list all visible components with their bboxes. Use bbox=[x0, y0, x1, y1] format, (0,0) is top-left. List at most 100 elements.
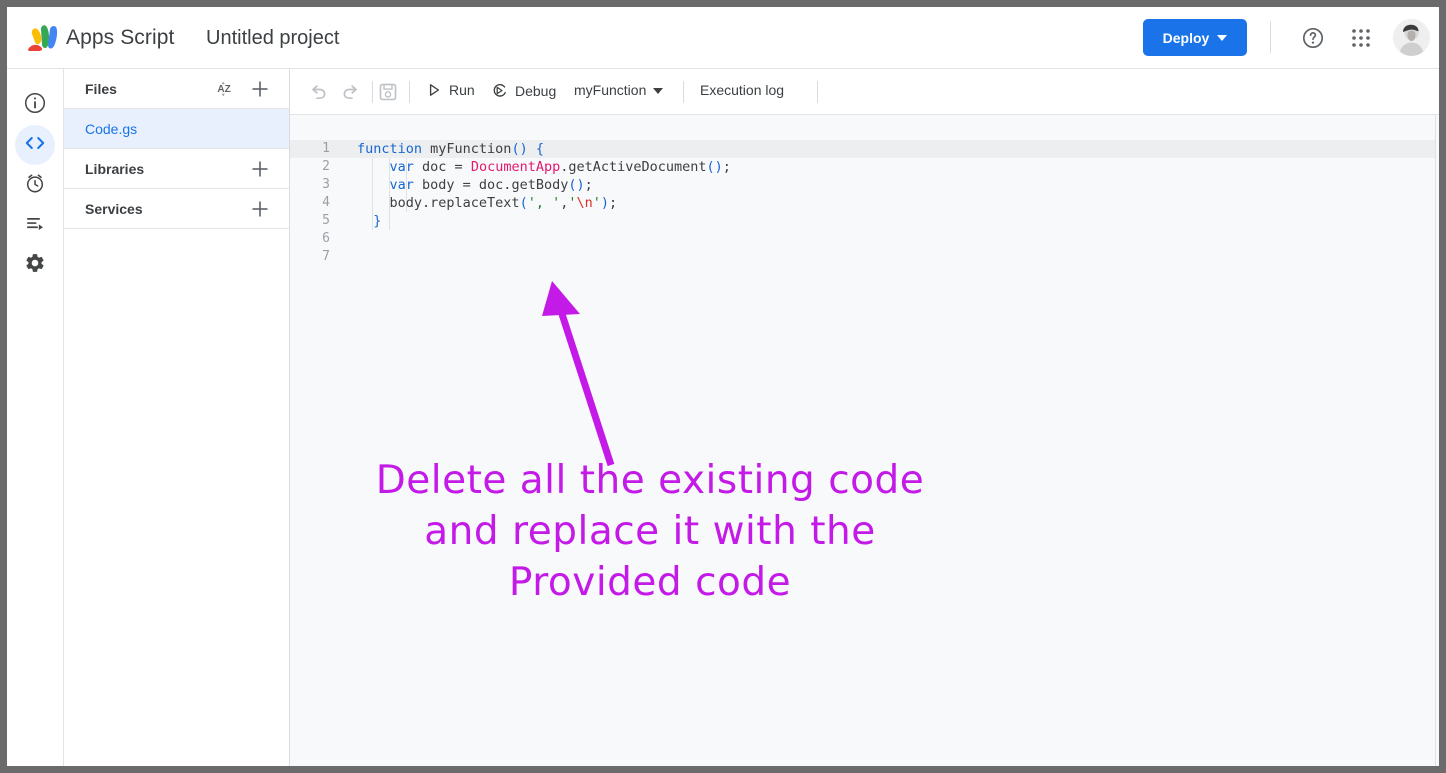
function-select[interactable]: myFunction bbox=[574, 82, 664, 98]
libraries-section-header[interactable]: Libraries bbox=[64, 149, 289, 189]
app-window: Apps Script Untitled project Deploy File… bbox=[7, 7, 1439, 766]
line-number: 2 bbox=[322, 159, 330, 174]
add-library-button[interactable] bbox=[248, 157, 272, 181]
code-token: ; bbox=[722, 159, 731, 175]
code-token: { bbox=[535, 141, 544, 157]
code-token: body.replaceText bbox=[357, 195, 520, 211]
code-brackets-icon bbox=[24, 132, 46, 159]
services-header-label: Services bbox=[85, 200, 143, 217]
debug-icon bbox=[491, 82, 508, 99]
file-item-code-gs[interactable]: Code.gs bbox=[64, 109, 289, 149]
code-line: } bbox=[357, 212, 381, 230]
gear-icon bbox=[24, 252, 46, 279]
debug-label: Debug bbox=[515, 82, 557, 99]
code-token: ( bbox=[519, 195, 528, 211]
execution-log-label: Execution log bbox=[700, 82, 785, 98]
chevron-down-icon bbox=[653, 88, 664, 94]
top-bar: Apps Script Untitled project Deploy bbox=[7, 7, 1439, 69]
run-button[interactable]: Run bbox=[426, 82, 475, 98]
sidebar-item-settings[interactable] bbox=[15, 245, 55, 285]
editor-ruler bbox=[1435, 115, 1436, 766]
left-icon-rail bbox=[7, 69, 64, 766]
code-token: ) bbox=[600, 195, 610, 211]
annotation-text: Delete all the existing code and replace… bbox=[320, 455, 980, 608]
project-title[interactable]: Untitled project bbox=[206, 27, 339, 50]
annotation-line-2: and replace it with the bbox=[424, 509, 876, 554]
code-token: ' bbox=[592, 195, 601, 211]
code-token: ; bbox=[584, 177, 593, 193]
info-circle-icon bbox=[24, 92, 46, 119]
deploy-button-label: Deploy bbox=[1162, 29, 1210, 46]
sort-az-icon[interactable]: A Z bbox=[214, 77, 238, 101]
code-token: function bbox=[357, 141, 423, 157]
code-line: body.replaceText(', ','\n'); bbox=[357, 194, 618, 212]
add-file-button[interactable] bbox=[248, 77, 272, 101]
annotation-arrow-icon bbox=[542, 281, 615, 467]
add-service-button[interactable] bbox=[248, 197, 272, 221]
line-number: 4 bbox=[322, 195, 330, 210]
files-section-header: Files A Z bbox=[64, 69, 289, 109]
annotation-line-3: Provided code bbox=[508, 560, 792, 605]
code-token: ; bbox=[609, 195, 618, 211]
code-line: function myFunction() { bbox=[357, 140, 544, 158]
code-token: () bbox=[706, 159, 723, 175]
sidebar-item-triggers[interactable] bbox=[15, 165, 55, 205]
files-header-label: Files bbox=[85, 80, 117, 97]
svg-text:Z: Z bbox=[225, 84, 231, 95]
sidebar-item-editor[interactable] bbox=[15, 125, 55, 165]
undo-button[interactable] bbox=[305, 79, 331, 105]
line-number: 5 bbox=[322, 213, 330, 228]
line-number: 3 bbox=[322, 177, 330, 192]
files-panel: Files A Z Code.gs Libraries Services bbox=[64, 69, 290, 766]
apps-script-logo-icon bbox=[25, 24, 59, 54]
svg-text:A: A bbox=[217, 84, 224, 95]
toolbar-divider-1 bbox=[372, 81, 373, 103]
function-select-value: myFunction bbox=[574, 82, 647, 98]
libraries-header-label: Libraries bbox=[85, 160, 145, 177]
code-token: myFunction bbox=[422, 141, 512, 157]
topbar-divider bbox=[1270, 21, 1271, 53]
apps-grid-icon[interactable] bbox=[1344, 21, 1378, 55]
editor-area: Run Debug myFunction Execution log 1 2 3… bbox=[290, 69, 1439, 766]
code-line: var doc = DocumentApp.getActiveDocument(… bbox=[357, 158, 731, 176]
code-token: var bbox=[389, 159, 414, 175]
code-token: ' bbox=[568, 195, 577, 211]
code-token: } bbox=[373, 213, 382, 229]
redo-button[interactable] bbox=[338, 79, 364, 105]
help-circle-icon[interactable] bbox=[1296, 21, 1330, 55]
toolbar-divider-4 bbox=[817, 81, 818, 103]
alarm-clock-icon bbox=[24, 172, 46, 199]
code-token: ', ' bbox=[527, 195, 561, 211]
sidebar-item-overview[interactable] bbox=[15, 85, 55, 125]
code-editor[interactable]: 1 2 3 4 5 6 7 function myFunction() { va… bbox=[290, 115, 1439, 766]
line-number: 1 bbox=[322, 141, 330, 156]
file-name-label: Code.gs bbox=[85, 120, 138, 137]
run-label: Run bbox=[449, 82, 475, 98]
avatar[interactable] bbox=[1393, 19, 1430, 56]
deploy-button[interactable]: Deploy bbox=[1143, 19, 1247, 56]
code-token: doc = bbox=[413, 159, 471, 175]
code-token: body = doc.getBody bbox=[413, 177, 569, 193]
executions-list-icon bbox=[24, 212, 46, 239]
annotation-line-1: Delete all the existing code bbox=[375, 458, 925, 503]
save-button[interactable] bbox=[375, 79, 401, 105]
line-number: 7 bbox=[322, 249, 330, 264]
toolbar-divider-2 bbox=[409, 81, 410, 103]
code-line: var body = doc.getBody(); bbox=[357, 176, 593, 194]
sidebar-item-executions[interactable] bbox=[15, 205, 55, 245]
code-token: () bbox=[511, 141, 528, 157]
play-triangle-icon bbox=[426, 82, 442, 98]
editor-toolbar: Run Debug myFunction Execution log bbox=[290, 69, 1439, 115]
execution-log-button[interactable]: Execution log bbox=[700, 82, 784, 98]
code-token: .getActiveDocument bbox=[560, 159, 707, 175]
debug-button[interactable]: Debug bbox=[491, 82, 556, 99]
code-token: DocumentApp bbox=[470, 159, 561, 175]
services-section-header[interactable]: Services bbox=[64, 189, 289, 229]
app-name: Apps Script bbox=[66, 26, 175, 49]
toolbar-divider-3 bbox=[683, 81, 684, 103]
code-token: () bbox=[568, 177, 585, 193]
code-token: \n bbox=[576, 195, 593, 211]
